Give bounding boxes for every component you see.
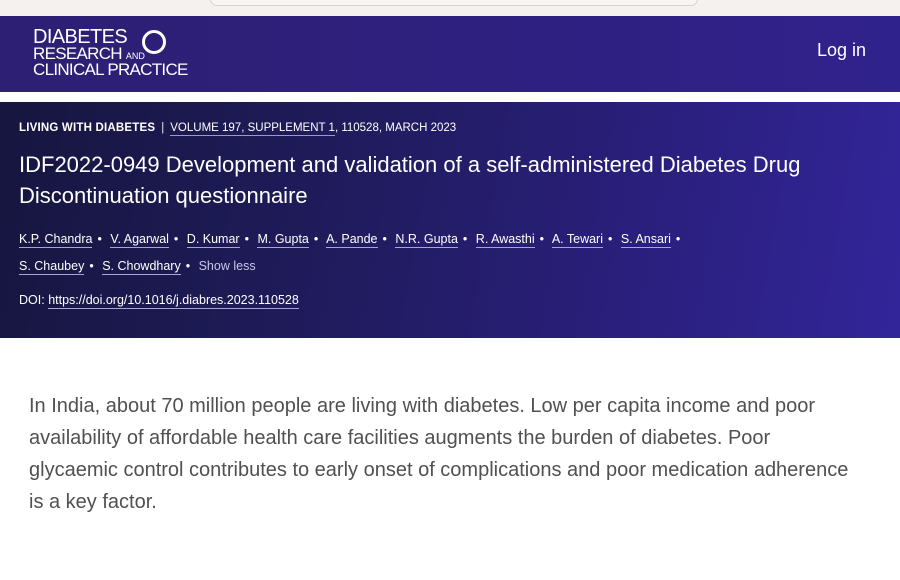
author-link[interactable]: K.P. Chandra — [19, 232, 93, 248]
logo-line-3: CLINICAL PRACTICE — [33, 60, 188, 80]
author-link[interactable]: S. Chaubey — [19, 259, 85, 275]
author-link[interactable]: D. Kumar — [186, 232, 240, 248]
address-bar[interactable] — [210, 0, 698, 6]
author-list: K.P. Chandra • V. Agarwal • D. Kumar • M. G… — [19, 226, 739, 280]
logo-circle-icon — [142, 30, 166, 54]
author-separator: • — [539, 232, 545, 246]
author-separator: • — [173, 232, 179, 246]
author-link[interactable]: A. Tewari — [551, 232, 603, 248]
author-link[interactable]: V. Agarwal — [110, 232, 169, 248]
article-hero: LIVING WITH DIABETES | VOLUME 197, SUPPLEM… — [0, 102, 900, 338]
section-label: LIVING WITH DIABETES — [19, 122, 156, 134]
author-link[interactable]: M. Gupta — [257, 232, 309, 248]
author-separator: • — [97, 232, 102, 246]
browser-chrome-strip — [0, 0, 900, 16]
author-separator: • — [185, 259, 191, 273]
issue-details: , 110528, MARCH 2023 — [334, 122, 457, 134]
doi-link[interactable]: https://doi.org/10.1016/j.diabres.2023.1… — [48, 293, 299, 309]
volume-link[interactable]: VOLUME 197, SUPPLEMENT 1 — [170, 122, 335, 136]
author-separator: • — [675, 232, 681, 246]
doi-line: DOI: https://doi.org/10.1016/j.diabres.2… — [19, 293, 299, 309]
login-link[interactable]: Log in — [817, 40, 866, 61]
author-separator: • — [608, 232, 613, 246]
author-separator: • — [244, 232, 249, 246]
article-meta: LIVING WITH DIABETES | VOLUME 197, SUPPLEM… — [19, 122, 457, 136]
site-header: DIABETES RESEARCH AND CLINICAL PRACTICE … — [0, 16, 900, 92]
meta-separator: | — [161, 122, 165, 134]
author-link[interactable]: N.R. Gupta — [395, 232, 458, 248]
author-separator: • — [382, 232, 387, 246]
author-link[interactable]: R. Awasthi — [475, 232, 535, 248]
show-less-button[interactable]: Show less — [199, 259, 256, 273]
doi-label: DOI: — [19, 293, 45, 307]
abstract-text: In India, about 70 million people are li… — [29, 395, 849, 513]
author-link[interactable]: A. Pande — [326, 232, 378, 248]
author-separator: • — [462, 232, 468, 246]
author-link[interactable]: S. Ansari — [620, 232, 671, 248]
article-title: IDF2022-0949 Development and validation … — [19, 152, 801, 208]
header-divider — [0, 92, 900, 102]
author-separator: • — [89, 259, 94, 273]
author-link[interactable]: S. Chowdhary — [102, 259, 181, 275]
author-separator: • — [313, 232, 319, 246]
